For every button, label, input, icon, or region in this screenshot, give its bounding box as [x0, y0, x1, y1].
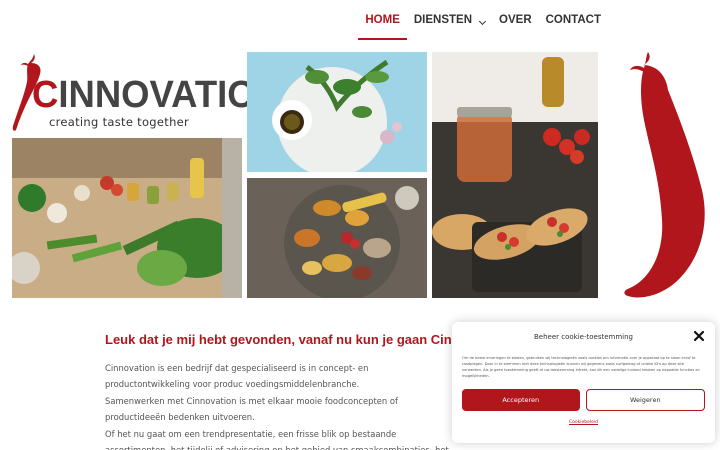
nav-item-over[interactable]: OVER — [492, 10, 539, 30]
photo-ingredients-table — [12, 138, 242, 298]
main-nav: HOME DIENSTEN OVER CONTACT — [358, 10, 608, 40]
intro-paragraph: Cinnovation is een bedrijf dat gespecial… — [105, 363, 369, 389]
nav-item-label: OVER — [499, 14, 532, 26]
nav-item-label: HOME — [365, 14, 400, 26]
chevron-down-icon — [478, 17, 487, 25]
photo-oil-herbs — [247, 52, 427, 172]
cookie-dialog-text: Om de beste ervaringen te bieden, gebrui… — [462, 356, 700, 378]
decline-button[interactable]: Weigeren — [585, 389, 705, 411]
close-icon[interactable] — [693, 330, 705, 342]
cookie-policy-link[interactable]: Cookiebeleid — [462, 420, 705, 425]
logo-wordmark: CINNOVATION — [32, 76, 282, 114]
site-logo[interactable]: CINNOVATION creating taste together — [12, 52, 282, 132]
logo-initial: C — [32, 74, 59, 116]
photo-mushrooms-pan — [247, 178, 427, 298]
nav-item-home[interactable]: HOME — [358, 10, 407, 40]
logo-tagline: creating taste together — [49, 115, 190, 129]
red-pepper-illustration — [624, 52, 705, 298]
collaboration-paragraph: Samenwerken met Cinnovation is met elkaa… — [105, 396, 398, 422]
nav-item-label: DIENSTEN — [413, 14, 473, 26]
accept-button-label: Accepteren — [502, 396, 540, 404]
accept-button[interactable]: Accepteren — [462, 389, 580, 411]
page-headline: Leuk dat je mij hebt gevonden, vanaf nu … — [105, 332, 455, 347]
nav-item-diensten[interactable]: DIENSTEN — [407, 10, 492, 30]
cookie-button-row: Accepteren Weigeren — [462, 389, 705, 411]
nav-item-label: CONTACT — [545, 14, 601, 26]
services-paragraph: Of het nu gaat om een trendpresentatie, … — [105, 429, 449, 450]
cookie-consent-dialog: Beheer cookie-toestemming Om de beste er… — [452, 322, 715, 443]
photo-bruschetta — [432, 52, 598, 298]
nav-item-contact[interactable]: CONTACT — [539, 10, 608, 30]
cookie-dialog-title: Beheer cookie-toestemming — [533, 333, 633, 341]
decline-button-label: Weigeren — [629, 396, 661, 404]
